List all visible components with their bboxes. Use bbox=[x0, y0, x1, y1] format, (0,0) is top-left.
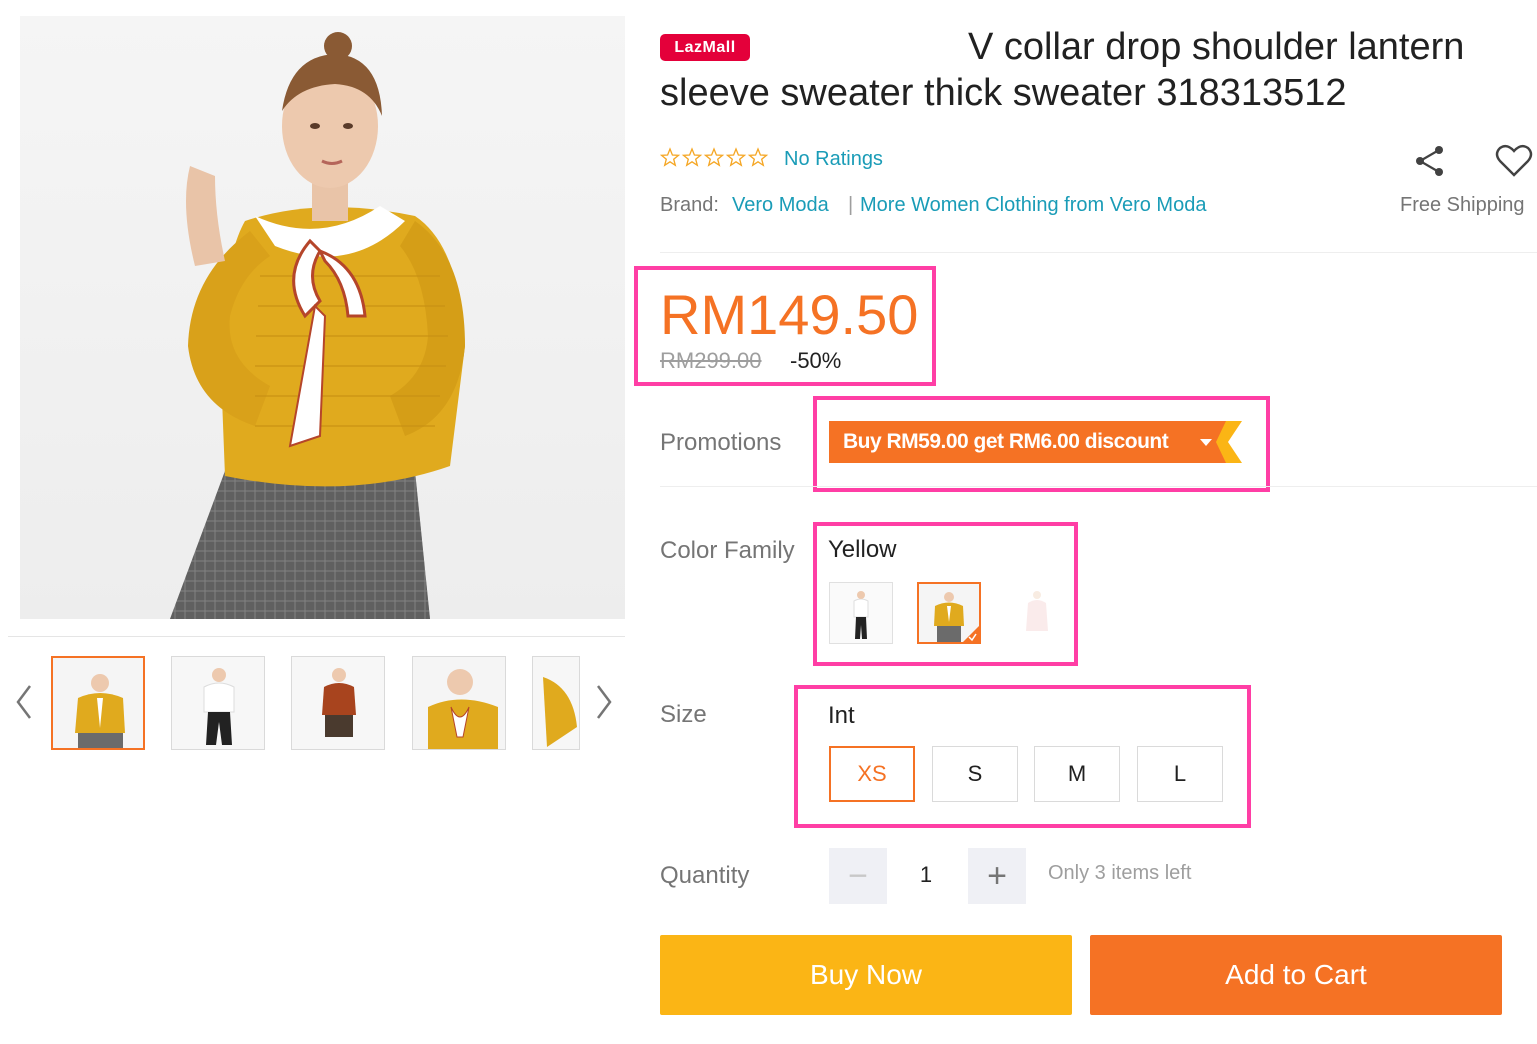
add-to-cart-button[interactable]: Add to Cart bbox=[1090, 935, 1502, 1015]
quantity-value[interactable]: 1 bbox=[900, 862, 952, 888]
more-from-brand-link[interactable]: More Women Clothing from Vero Moda bbox=[860, 194, 1206, 217]
quantity-decrease-button[interactable]: − bbox=[829, 848, 887, 904]
star-icon bbox=[659, 147, 681, 167]
quantity-label: Quantity bbox=[660, 862, 750, 889]
product-title-line1: V collar drop shoulder lantern bbox=[968, 26, 1465, 68]
ratings-link[interactable]: No Ratings bbox=[784, 148, 883, 171]
thumbnail-2[interactable] bbox=[171, 656, 265, 750]
promotion-highlight-box bbox=[813, 396, 1270, 492]
quantity-increase-button[interactable]: + bbox=[968, 848, 1026, 904]
divider bbox=[660, 252, 1537, 253]
brand-separator: | bbox=[848, 194, 854, 216]
buy-now-button[interactable]: Buy Now bbox=[660, 935, 1072, 1015]
brand-link[interactable]: Vero Moda bbox=[732, 194, 829, 217]
thumbnail-1[interactable] bbox=[51, 656, 145, 750]
star-icon bbox=[681, 147, 703, 167]
star-icon bbox=[725, 147, 747, 167]
promotions-label: Promotions bbox=[660, 429, 782, 456]
brand-label: Brand: bbox=[660, 194, 719, 216]
gallery-divider bbox=[8, 636, 625, 637]
chevron-right-icon[interactable] bbox=[594, 682, 614, 722]
share-icon[interactable] bbox=[1412, 143, 1448, 179]
free-shipping-label: Free Shipping bbox=[1400, 194, 1525, 216]
product-title-line2: sleeve sweater thick sweater 318313512 bbox=[660, 72, 1347, 114]
star-icon bbox=[703, 147, 725, 167]
divider bbox=[660, 486, 1537, 487]
heart-icon[interactable] bbox=[1494, 143, 1534, 179]
size-highlight-box bbox=[794, 685, 1251, 828]
price-highlight-box bbox=[634, 266, 936, 386]
star-icon bbox=[747, 147, 769, 167]
lazmall-badge: LazMall bbox=[660, 34, 750, 61]
color-family-label: Color Family bbox=[660, 537, 795, 564]
thumbnail-5[interactable] bbox=[532, 656, 580, 750]
chevron-left-icon[interactable] bbox=[14, 682, 34, 722]
stock-note: Only 3 items left bbox=[1048, 862, 1192, 884]
star-rating bbox=[659, 147, 772, 174]
thumbnail-4[interactable] bbox=[412, 656, 506, 750]
color-highlight-box bbox=[813, 522, 1078, 666]
size-label: Size bbox=[660, 701, 707, 728]
product-main-image[interactable] bbox=[20, 16, 625, 619]
thumbnail-3[interactable] bbox=[291, 656, 385, 750]
